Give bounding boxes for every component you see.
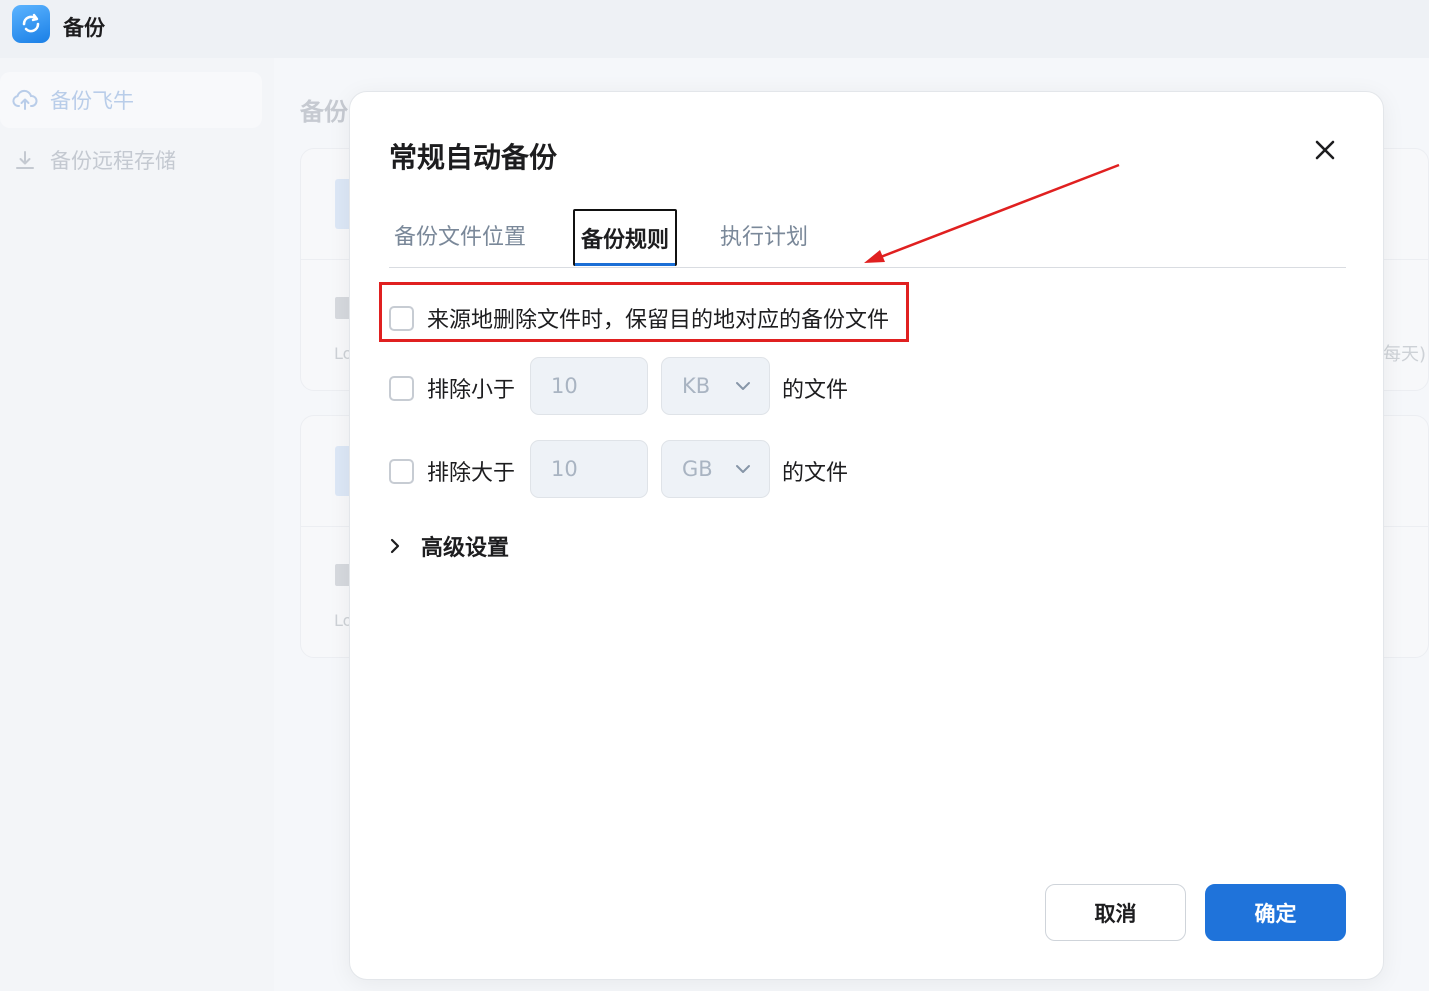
schedule-text: 每天) — [1383, 344, 1427, 365]
app-title: 备份 — [63, 16, 105, 40]
select-value: KB — [682, 374, 711, 398]
app-logo-icon — [12, 5, 50, 43]
close-icon — [1315, 140, 1335, 160]
exclude-larger-size-input[interactable]: 10 — [530, 440, 648, 498]
exclude-smaller-label: 排除小于 — [427, 378, 516, 403]
exclude-smaller-unit-select[interactable]: KB — [661, 357, 770, 415]
sidebar: 备份飞牛 备份远程存储 — [0, 58, 274, 991]
tab-schedule[interactable]: 执行计划 — [720, 202, 808, 268]
input-value: 10 — [551, 374, 578, 398]
advanced-settings-label: 高级设置 — [421, 536, 510, 561]
advanced-settings-toggle[interactable]: 高级设置 — [389, 530, 509, 562]
exclude-larger-row: 排除大于 — [389, 455, 515, 487]
tab-backup-rules[interactable]: 备份规则 — [573, 209, 678, 266]
cancel-button[interactable]: 取消 — [1045, 884, 1186, 941]
exclude-larger-unit-select[interactable]: GB — [661, 440, 770, 498]
sidebar-item-label: 备份远程存储 — [50, 149, 176, 173]
exclude-smaller-suffix: 的文件 — [782, 378, 849, 403]
page-title: 备份 — [300, 98, 348, 126]
select-value: GB — [682, 457, 713, 481]
title-bar: 备份 — [0, 0, 1429, 58]
close-button[interactable] — [1311, 136, 1339, 164]
dialog-tabs: 备份文件位置 备份规则 执行计划 — [389, 202, 1346, 268]
sidebar-item-label: 备份飞牛 — [50, 89, 134, 113]
download-icon — [12, 147, 38, 173]
keep-backup-checkbox[interactable] — [389, 305, 414, 331]
dialog-title: 常规自动备份 — [389, 141, 558, 174]
exclude-smaller-size-input[interactable]: 10 — [530, 357, 648, 415]
cloud-upload-icon — [12, 87, 38, 113]
exclude-larger-checkbox[interactable] — [389, 458, 414, 484]
sidebar-item-backup-remote[interactable]: 备份远程存储 — [0, 132, 262, 188]
chevron-right-icon — [390, 538, 400, 554]
keep-backup-row: 来源地删除文件时，保留目的地对应的备份文件 — [389, 302, 889, 334]
exclude-larger-suffix: 的文件 — [782, 461, 849, 486]
exclude-smaller-row: 排除小于 — [389, 372, 515, 404]
chevron-down-icon — [736, 382, 750, 390]
input-value: 10 — [551, 457, 578, 481]
tab-backup-location[interactable]: 备份文件位置 — [394, 202, 526, 268]
keep-backup-label: 来源地删除文件时，保留目的地对应的备份文件 — [427, 308, 890, 333]
confirm-button[interactable]: 确定 — [1205, 884, 1346, 941]
backup-rule-dialog: 常规自动备份 备份文件位置 备份规则 执行计划 来源地删除文件时，保留目的地对应… — [349, 91, 1384, 980]
sidebar-item-backup-fnos[interactable]: 备份飞牛 — [0, 72, 262, 128]
exclude-larger-label: 排除大于 — [427, 461, 516, 486]
exclude-smaller-checkbox[interactable] — [389, 375, 414, 401]
chevron-down-icon — [736, 465, 750, 473]
